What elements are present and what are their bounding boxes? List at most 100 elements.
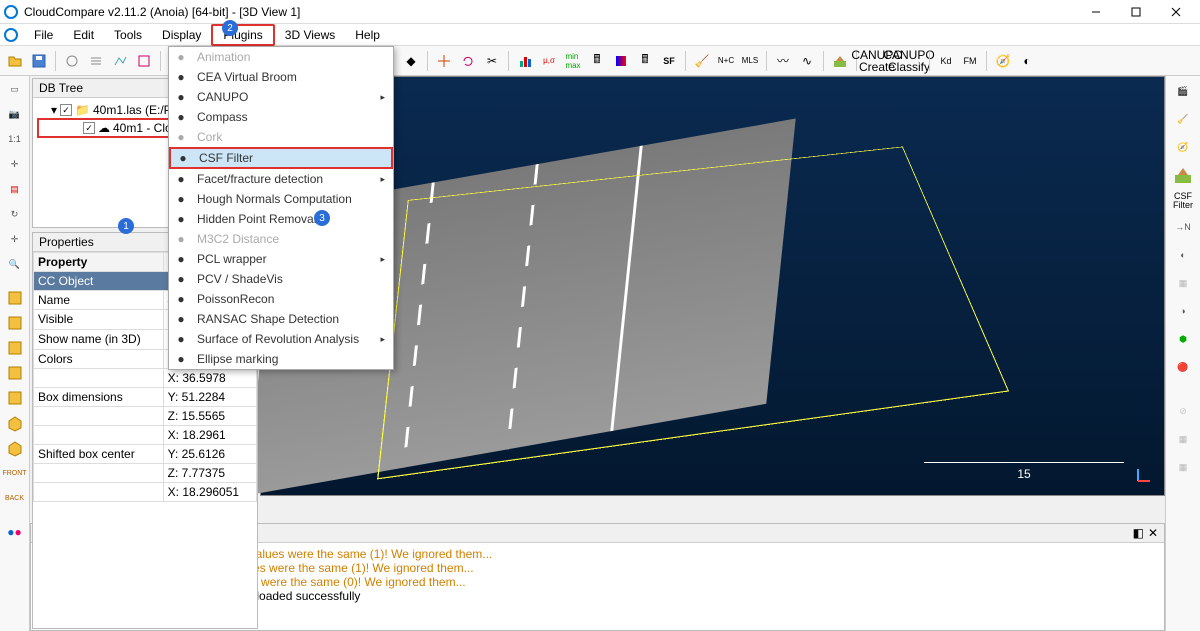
tool-trace-icon[interactable] [109, 50, 131, 72]
plugin-item-csf-filter[interactable]: ●CSF Filter [169, 147, 393, 169]
vtool-back-label-icon[interactable]: BACK [4, 487, 26, 509]
plugin-item-pcv-shadevis[interactable]: ●PCV / ShadeVis [169, 269, 393, 289]
plugin-item-poissonrecon[interactable]: ●PoissonRecon [169, 289, 393, 309]
tool-calc2-icon[interactable]: 🖩 [634, 50, 656, 72]
rtool-pcv-icon[interactable]: ◑ [1172, 300, 1194, 322]
tool-align-icon[interactable] [133, 50, 155, 72]
tool-canupo-classify-icon[interactable]: CANUPOClassify [894, 50, 924, 72]
plugin-icon: ● [173, 69, 189, 85]
menu-tools[interactable]: Tools [104, 24, 152, 46]
plugin-item-cea-virtual-broom[interactable]: ● CEA Virtual Broom [169, 67, 393, 87]
annotation-badge-1: 1 [118, 218, 134, 234]
plugin-item-surface-of-revolution-analysis[interactable]: ●Surface of Revolution Analysis▸ [169, 329, 393, 349]
rtool-anim-icon[interactable]: 🎬 [1172, 80, 1194, 102]
tool-fit-icon[interactable]: minmax [562, 50, 584, 72]
rtool-compass-icon[interactable]: 🧭 [1172, 136, 1194, 158]
vtool-1to1-icon[interactable]: 1:1 [4, 128, 26, 150]
plugin-label: Hidden Point Removal [197, 212, 316, 226]
vtool-zoom-icon[interactable]: 🔍 [4, 253, 26, 275]
submenu-arrow-icon: ▸ [380, 92, 385, 103]
vtool-top-icon[interactable] [4, 287, 26, 309]
menu-file[interactable]: File [24, 24, 63, 46]
vtool-iso1-icon[interactable] [4, 412, 26, 434]
rtool-ransac-icon[interactable]: 🔴 [1172, 356, 1194, 378]
plugin-icon: ● [173, 49, 189, 65]
menu-3dviews[interactable]: 3D Views [275, 24, 345, 46]
plugin-item-cork: ●Cork [169, 127, 393, 147]
tool-csf-icon[interactable] [829, 50, 851, 72]
rtool-disabled1-icon: ⊘ [1172, 400, 1194, 422]
rtool-csf-icon[interactable] [1172, 164, 1194, 186]
rtool-broom-icon[interactable]: 🧹 [1172, 108, 1194, 130]
tool-sf-icon[interactable]: SF [658, 50, 680, 72]
tool-curve-icon[interactable]: ∿ [796, 50, 818, 72]
menu-edit[interactable]: Edit [63, 24, 104, 46]
rtool-normal-icon[interactable]: →N [1172, 216, 1194, 238]
plugin-item-pcl-wrapper[interactable]: ●PCL wrapper▸ [169, 249, 393, 269]
vtool-side-icon[interactable] [4, 337, 26, 359]
vtool-front-label-icon[interactable]: FRONT [4, 462, 26, 484]
tool-open-icon[interactable] [4, 50, 26, 72]
tool-scissors-icon[interactable]: ✂ [481, 50, 503, 72]
vtool-auto-icon[interactable]: ▤ [4, 178, 26, 200]
cloud-icon: ☁ [98, 121, 110, 135]
tool-histogram-icon[interactable] [514, 50, 536, 72]
tool-calc-icon[interactable]: 🖩 [586, 50, 608, 72]
tool-stats-icon[interactable]: μ,σ [538, 50, 560, 72]
annotation-badge-2: 2 [222, 20, 238, 36]
plugin-item-canupo[interactable]: ●CANUPO▸ [169, 87, 393, 107]
maximize-button[interactable] [1116, 0, 1156, 24]
prop-key: Name [34, 291, 164, 310]
tool-compass-icon[interactable]: 🧭 [992, 50, 1014, 72]
console-close-icon[interactable]: ✕ [1148, 526, 1158, 540]
vtool-display-icon[interactable]: ▭ [4, 78, 26, 100]
tool-mls-icon[interactable]: MLS [739, 50, 761, 72]
vtool-rotate-icon[interactable]: ↻ [4, 203, 26, 225]
tool-kd-icon[interactable]: Kd [935, 50, 957, 72]
tool-rotate-icon[interactable] [457, 50, 479, 72]
plugin-label: Hough Normals Computation [197, 192, 352, 206]
vtool-front-icon[interactable] [4, 312, 26, 334]
tool-pointlist-icon[interactable] [85, 50, 107, 72]
tool-save-icon[interactable] [28, 50, 50, 72]
plugin-item-hough-normals-computation[interactable]: ●Hough Normals Computation [169, 189, 393, 209]
plugin-label: CEA Virtual Broom [197, 70, 297, 84]
tool-misc-icon[interactable]: ◐ [1016, 50, 1038, 72]
close-button[interactable] [1156, 0, 1196, 24]
console-float-icon[interactable]: ◧ [1133, 526, 1144, 540]
menu-plugins[interactable]: Plugins [211, 24, 274, 46]
rtool-poisson-icon[interactable]: ⬢ [1172, 328, 1194, 350]
vtool-center-icon[interactable]: ✛ [4, 228, 26, 250]
plugin-item-facet-fracture-detection[interactable]: ●Facet/fracture detection▸ [169, 169, 393, 189]
plugin-label: RANSAC Shape Detection [197, 312, 339, 326]
rtool-gl-icon[interactable]: ▦ [1172, 428, 1194, 450]
vtool-bottom-icon[interactable] [4, 387, 26, 409]
tool-gradient-icon[interactable] [610, 50, 632, 72]
tool-normal-icon[interactable]: ◆ [400, 50, 422, 72]
vtool-back-icon[interactable] [4, 362, 26, 384]
3d-viewport[interactable]: −+ −+ 15 [260, 76, 1165, 496]
vtool-pick-icon[interactable]: ✛ [4, 153, 26, 175]
plugin-item-ransac-shape-detection[interactable]: ●RANSAC Shape Detection [169, 309, 393, 329]
minimize-button[interactable] [1076, 0, 1116, 24]
tool-pick-icon[interactable] [61, 50, 83, 72]
plugin-item-compass[interactable]: ●Compass [169, 107, 393, 127]
plugin-label: Ellipse marking [197, 352, 278, 366]
tool-translate-icon[interactable] [433, 50, 455, 72]
tool-nc-icon[interactable]: N+C [715, 50, 737, 72]
tool-fm-icon[interactable]: FM [959, 50, 981, 72]
rtool-ssao-icon[interactable]: ▦ [1172, 456, 1194, 478]
rtool-hpr-icon[interactable]: ◐ [1172, 244, 1194, 266]
rtool-m3c2-icon[interactable]: ▦ [1172, 272, 1194, 294]
tool-broom-icon[interactable]: 🧹 [691, 50, 713, 72]
plugin-icon: ● [173, 251, 189, 267]
menu-display[interactable]: Display [152, 24, 211, 46]
vtool-camera-icon[interactable]: 📷 [4, 103, 26, 125]
plugin-item-ellipse-marking[interactable]: ●Ellipse marking [169, 349, 393, 369]
menu-help[interactable]: Help [345, 24, 390, 46]
tool-wave-icon[interactable]: 〰 [772, 50, 794, 72]
vtool-iso2-icon[interactable] [4, 437, 26, 459]
vtool-flickr-icon[interactable]: ●● [4, 521, 26, 543]
plugin-item-hidden-point-removal[interactable]: ●Hidden Point Removal [169, 209, 393, 229]
properties-title: Properties [39, 235, 94, 249]
